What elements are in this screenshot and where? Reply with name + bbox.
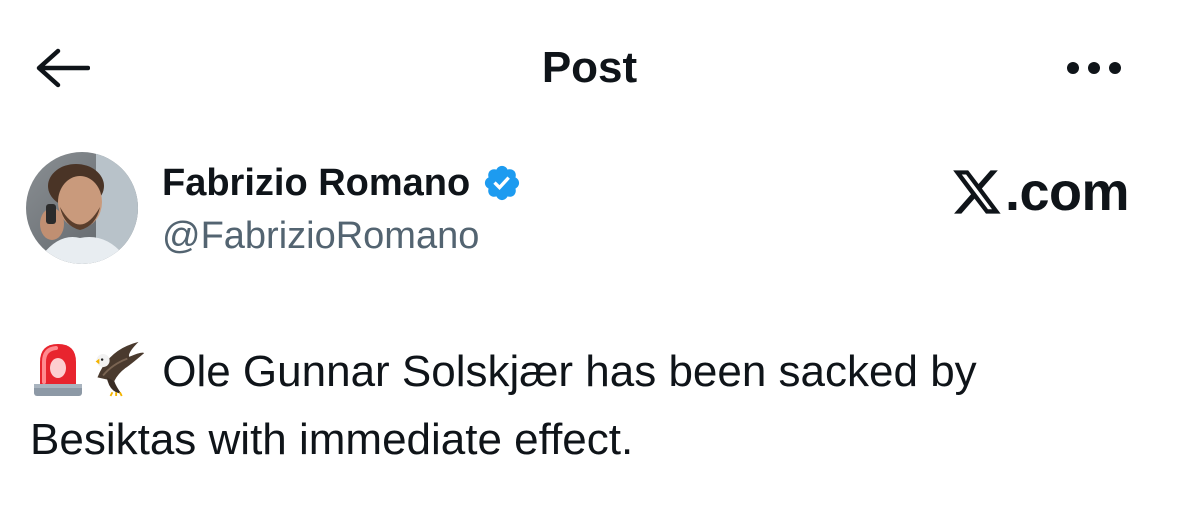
verified-badge-icon xyxy=(482,163,522,203)
author-name-row[interactable]: Fabrizio Romano xyxy=(162,155,522,211)
post-text-line-1: Ole Gunnar Solskjær has been sacked by xyxy=(30,338,1150,406)
more-horizontal-icon xyxy=(1067,62,1121,74)
more-options-button[interactable] xyxy=(1054,44,1134,92)
avatar[interactable] xyxy=(26,152,138,264)
page-title: Post xyxy=(541,43,638,92)
brand-text: .com xyxy=(1004,162,1130,222)
police-light-icon xyxy=(30,338,86,398)
author-name: Fabrizio Romano xyxy=(162,162,471,204)
eagle-icon xyxy=(90,338,146,398)
top-bar: Post xyxy=(0,0,1179,135)
post-text-line-1-content: Ole Gunnar Solskjær has been sacked by xyxy=(162,347,977,396)
post-text: Ole Gunnar Solskjær has been sacked by B… xyxy=(30,338,1150,474)
post-page: Post Fabrizio Romano @FabrizioRomano .co… xyxy=(0,0,1179,521)
post-text-line-2: Besiktas with immediate effect. xyxy=(30,415,634,464)
author-handle[interactable]: @FabrizioRomano xyxy=(162,208,479,264)
x-com-brand: .com xyxy=(951,162,1130,222)
x-logo-icon xyxy=(951,168,1003,216)
